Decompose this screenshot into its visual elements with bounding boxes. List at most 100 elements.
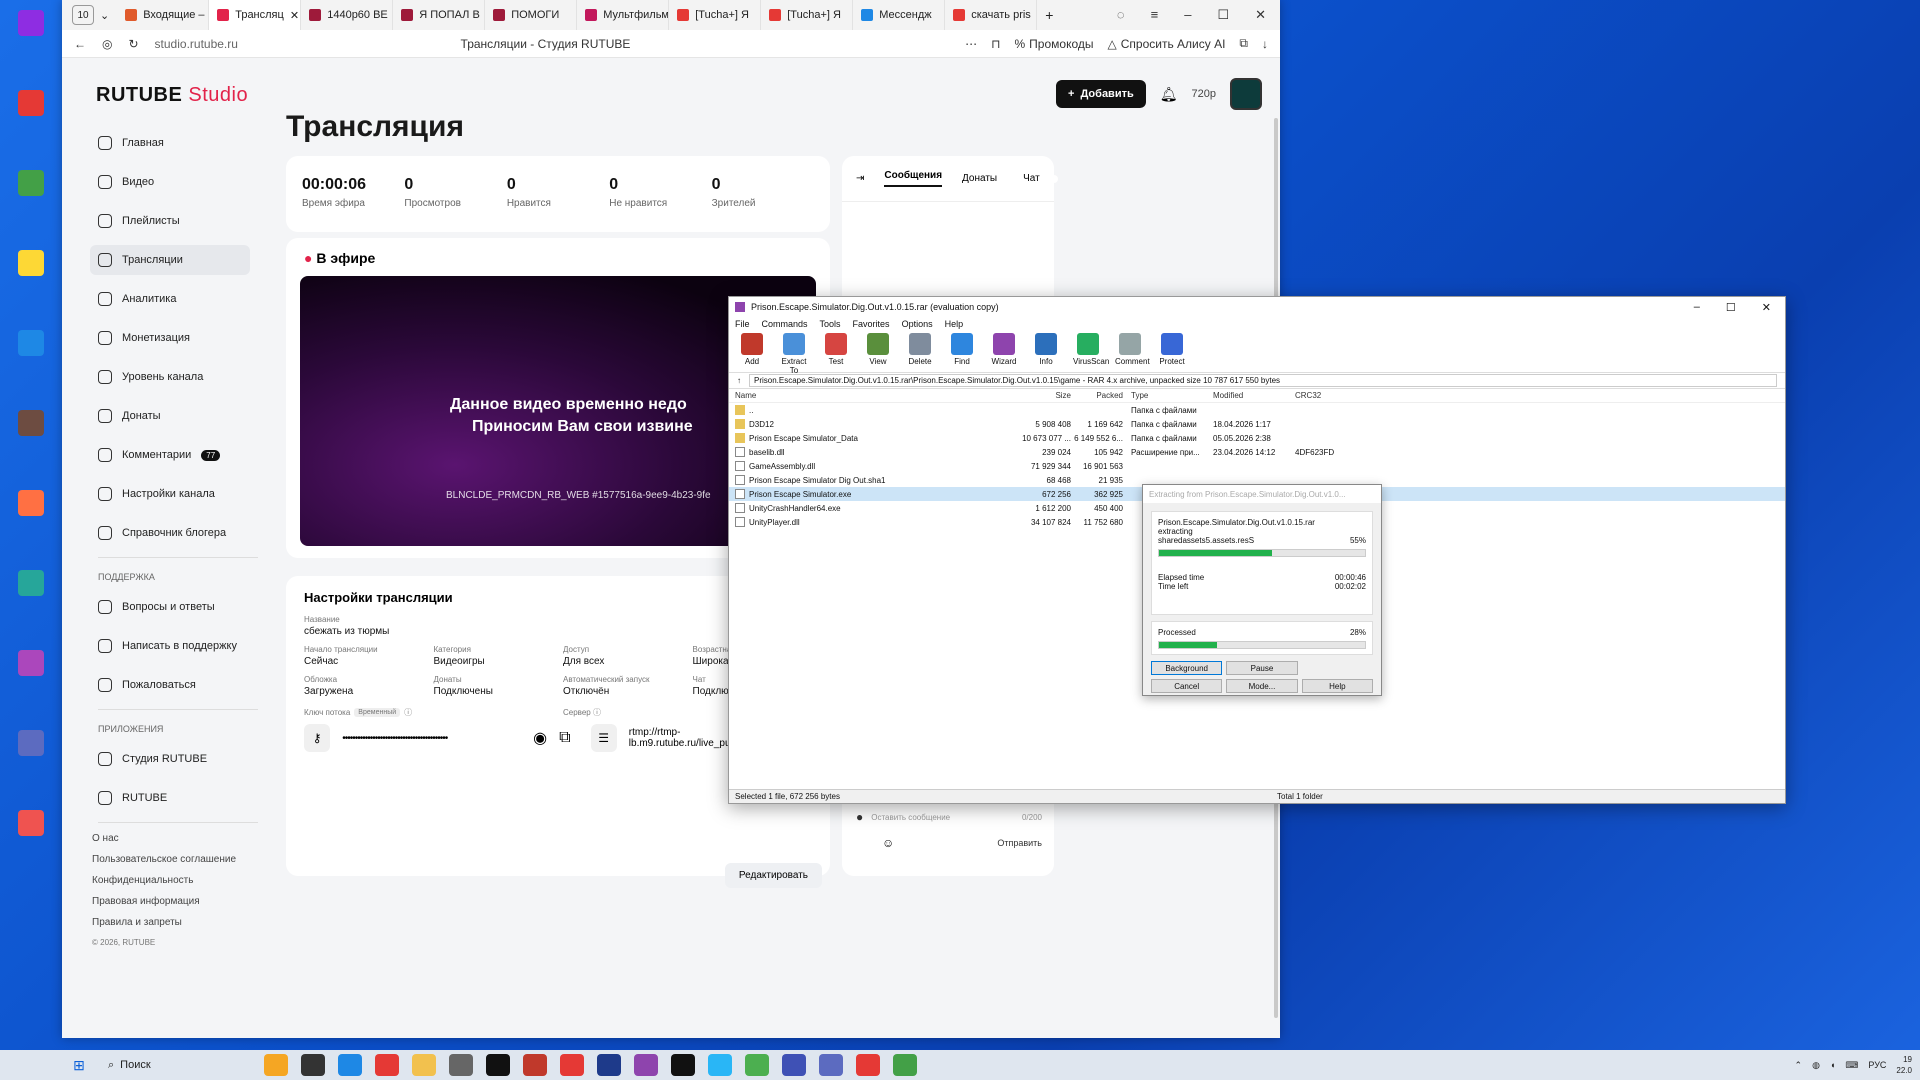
profile-icon[interactable]: ◌ <box>1117 7 1125 23</box>
taskbar-app-icon[interactable] <box>893 1054 917 1076</box>
desktop-icon[interactable] <box>8 650 54 690</box>
taskbar-app-icon[interactable] <box>449 1054 473 1076</box>
send-button[interactable]: Отправить <box>997 838 1042 848</box>
emoji-icon[interactable]: ☺ <box>882 836 894 850</box>
windows-start-icon[interactable]: ⊞ <box>64 1057 94 1074</box>
add-button[interactable]: + Добавить <box>1056 80 1146 108</box>
taskbar-app-icon[interactable] <box>671 1054 695 1076</box>
column-header[interactable]: Modified <box>1209 391 1291 400</box>
browser-tab[interactable]: Входящие – <box>117 0 210 30</box>
file-row[interactable]: D3D12 5 908 408 1 169 642 Папка с файлами 18… <box>729 417 1785 431</box>
sidebar-item-monetization[interactable]: Монетизация <box>90 323 250 353</box>
toolbar-button[interactable]: Wizard <box>989 333 1019 370</box>
up-icon[interactable]: ↑ <box>737 376 741 385</box>
logo[interactable]: RUTUBE Studio <box>96 84 248 107</box>
sidebar-item-analytics[interactable]: Аналитика <box>90 284 250 314</box>
taskbar-app-icon[interactable] <box>486 1054 510 1076</box>
taskbar-app-icon[interactable] <box>412 1054 436 1076</box>
footer-link[interactable]: О нас <box>92 833 250 844</box>
column-header[interactable]: Packed <box>1071 391 1123 400</box>
sidebar-item-comments[interactable]: Комментарии 77 <box>90 440 250 470</box>
toolbar-button[interactable]: Protect <box>1157 333 1187 370</box>
collapse-icon[interactable]: ⇥ <box>856 173 864 184</box>
support-item[interactable]: Вопросы и ответы <box>90 592 250 622</box>
collections-icon[interactable]: ⧉ <box>1239 36 1248 51</box>
footer-link[interactable]: Правила и запреты <box>92 917 250 928</box>
tab-messages[interactable]: Сообщения <box>884 170 943 187</box>
taskbar-app-icon[interactable] <box>819 1054 843 1076</box>
taskbar-app-icon[interactable] <box>708 1054 732 1076</box>
desktop-icon[interactable] <box>8 730 54 770</box>
pause-button[interactable]: Pause <box>1226 661 1298 675</box>
avatar[interactable] <box>1230 78 1262 110</box>
desktop-icon[interactable] <box>8 10 54 50</box>
back-icon[interactable]: ← <box>74 37 86 51</box>
volume-icon[interactable]: ◖ <box>1830 1060 1835 1070</box>
browser-tab[interactable]: ПОМОГИ <box>485 0 578 30</box>
cancel-button[interactable]: Cancel <box>1151 679 1223 693</box>
minimize-icon[interactable]: – <box>1694 301 1700 314</box>
quality-label[interactable]: 720p <box>1192 88 1216 100</box>
menu-item[interactable]: File <box>735 319 750 329</box>
taskbar-app-icon[interactable] <box>634 1054 658 1076</box>
file-row[interactable]: .. Папка с файлами <box>729 403 1785 417</box>
browser-tab[interactable]: Трансляц ✕ <box>209 0 302 30</box>
taskbar-app-icon[interactable] <box>301 1054 325 1076</box>
footer-link[interactable]: Пользовательское соглашение <box>92 854 250 865</box>
new-tab-icon[interactable]: + <box>1045 7 1053 23</box>
chevron-up-icon[interactable]: ⌃ <box>1795 1060 1803 1071</box>
taskbar-app-icon[interactable] <box>523 1054 547 1076</box>
desktop-icon[interactable] <box>8 810 54 850</box>
help-button[interactable]: Help <box>1301 679 1373 693</box>
promo-button[interactable]: % Промокоды <box>1015 37 1094 51</box>
background-button[interactable]: Background <box>1151 661 1223 675</box>
eye-icon[interactable]: ◉ <box>533 728 547 748</box>
menu-item[interactable]: Commands <box>762 319 808 329</box>
toolbar-button[interactable]: Extract To <box>779 333 809 375</box>
taskbar-app-icon[interactable] <box>375 1054 399 1076</box>
clock[interactable]: 19 22.0 <box>1896 1054 1912 1076</box>
column-header[interactable]: Size <box>1019 391 1071 400</box>
minimize-icon[interactable]: – <box>1184 7 1191 23</box>
desktop-icon[interactable] <box>8 170 54 210</box>
taskbar-app-icon[interactable] <box>782 1054 806 1076</box>
sidebar-item-channel-level[interactable]: Уровень канала <box>90 362 250 392</box>
sidebar-item-playlists[interactable]: Плейлисты <box>90 206 250 236</box>
menu-item[interactable]: Tools <box>820 319 841 329</box>
maximize-icon[interactable]: ☐ <box>1217 7 1229 23</box>
taskbar-app-icon[interactable] <box>856 1054 880 1076</box>
sidebar-item-donates[interactable]: Донаты <box>90 401 250 431</box>
browser-tab[interactable]: 1440p60 BE <box>301 0 394 30</box>
toolbar-button[interactable]: Comment <box>1115 333 1150 370</box>
sidebar-item-channel-settings[interactable]: Настройки канала <box>90 479 250 509</box>
alice-button[interactable]: △ Спросить Алису AI <box>1108 37 1226 51</box>
menu-item[interactable]: Favorites <box>853 319 890 329</box>
taskbar-search[interactable]: ⌕ Поиск <box>94 1059 244 1072</box>
toolbar-button[interactable]: Info <box>1031 333 1061 370</box>
taskbar-app-icon[interactable] <box>338 1054 362 1076</box>
tab-close-icon[interactable]: ✕ <box>290 9 299 22</box>
desktop-icon[interactable] <box>8 570 54 610</box>
protect-icon[interactable]: ◎ <box>102 37 112 51</box>
more-icon[interactable]: ⋯ <box>965 37 977 51</box>
taskbar-app-icon[interactable] <box>597 1054 621 1076</box>
toolbar-button[interactable]: Delete <box>905 333 935 370</box>
help-icon[interactable]: ⓘ <box>404 707 412 718</box>
sidebar-item-video[interactable]: Видео <box>90 167 250 197</box>
browser-tab[interactable]: скачать pris <box>945 0 1038 30</box>
taskbar-app-icon[interactable] <box>264 1054 288 1076</box>
menu-item[interactable]: Options <box>902 319 933 329</box>
support-item[interactable]: Пожаловаться <box>90 670 250 700</box>
browser-tab[interactable]: Я ПОПАЛ В <box>393 0 486 30</box>
close-icon[interactable]: ✕ <box>1762 301 1771 314</box>
chat-input[interactable]: ● Оставить сообщение 0/200 <box>856 810 1042 824</box>
help-icon[interactable]: ⓘ <box>593 708 601 717</box>
desktop-icon[interactable] <box>8 250 54 290</box>
footer-link[interactable]: Конфиденциальность <box>92 875 250 886</box>
browser-tab[interactable]: Мультфильм <box>577 0 670 30</box>
app-item[interactable]: RUTUBE <box>90 783 250 813</box>
toolbar-button[interactable]: Add <box>737 333 767 370</box>
tab-count[interactable]: 10 <box>72 5 94 25</box>
footer-link[interactable]: Правовая информация <box>92 896 250 907</box>
sidebar-item-blogger-guide[interactable]: Справочник блогера <box>90 518 250 548</box>
